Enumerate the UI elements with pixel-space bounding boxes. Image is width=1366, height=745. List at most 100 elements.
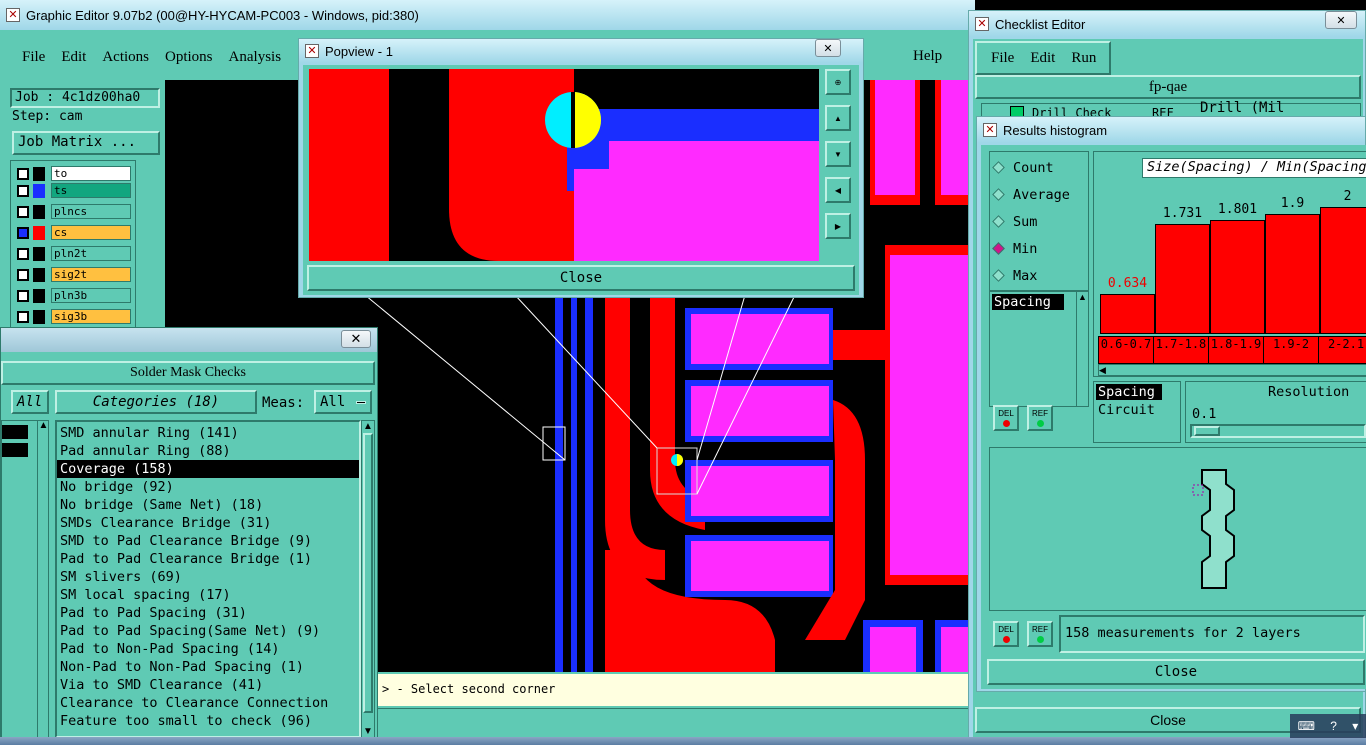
pan-right-icon[interactable]: ▶ xyxy=(825,213,851,239)
layer-checkbox[interactable] xyxy=(17,184,29,197)
pan-left-icon[interactable]: ◀ xyxy=(825,177,851,203)
layer-checkbox[interactable] xyxy=(17,310,29,323)
pan-up-icon[interactable]: ▲ xyxy=(825,105,851,131)
histogram-bar[interactable]: 2 xyxy=(1320,189,1366,334)
popview-tool-strip: ⊕ ▲ ▼ ◀ ▶ xyxy=(823,69,857,261)
category-item[interactable]: Pad to Pad Spacing (31) xyxy=(57,604,359,622)
category-item[interactable]: Coverage (158) xyxy=(57,460,359,478)
histogram-close-button[interactable]: Close xyxy=(987,659,1365,685)
pan-down-icon[interactable]: ▼ xyxy=(825,141,851,167)
bar-value-label: 1.9 xyxy=(1280,196,1305,211)
radio-count[interactable]: Count xyxy=(990,154,1088,181)
radio-max[interactable]: Max xyxy=(990,262,1088,289)
category-item[interactable]: Via to SMD Clearance (41) xyxy=(57,676,359,694)
menu-file[interactable]: File xyxy=(22,49,45,66)
bar-value-label: 2 xyxy=(1343,189,1352,204)
histogram-bar[interactable]: 0.634 xyxy=(1100,276,1155,334)
histogram-bar[interactable]: 1.731 xyxy=(1155,206,1210,334)
scroll-down-icon[interactable]: ▼ xyxy=(362,726,374,737)
categories-button[interactable]: Categories (18) xyxy=(55,390,257,414)
zoom-in-icon[interactable]: ⊕ xyxy=(825,69,851,95)
category-item[interactable]: Pad to Pad Clearance Bridge (1) xyxy=(57,550,359,568)
layer-row-pln2t[interactable]: pln2t xyxy=(15,245,131,262)
category-item[interactable]: SMD to Pad Clearance Bridge (9) xyxy=(57,532,359,550)
categories-scrollbar[interactable]: ▲ ▼ xyxy=(361,420,375,738)
layer-checkbox[interactable] xyxy=(17,205,29,218)
list-item-spacing[interactable]: Spacing xyxy=(1096,384,1162,400)
category-item[interactable]: No bridge (92) xyxy=(57,478,359,496)
command-input[interactable] xyxy=(378,708,975,734)
job-matrix-button[interactable]: Job Matrix ... xyxy=(12,131,160,155)
category-item[interactable]: Pad to Non-Pad Spacing (14) xyxy=(57,640,359,658)
app-icon: ✕ xyxy=(305,44,319,58)
measure-scrollbar[interactable]: ▲ xyxy=(1076,292,1088,406)
close-icon[interactable]: ✕ xyxy=(815,39,841,57)
all-button[interactable]: All xyxy=(11,390,49,414)
help-icon[interactable]: ? xyxy=(1330,719,1337,733)
checklist-menu-edit[interactable]: Edit xyxy=(1030,50,1055,67)
checklist-menu-file[interactable]: File xyxy=(991,50,1014,67)
layer-row-ts[interactable]: ts xyxy=(15,182,131,199)
keyboard-icon[interactable]: ⌨ xyxy=(1298,719,1315,733)
category-item[interactable]: Non-Pad to Non-Pad Spacing (1) xyxy=(57,658,359,676)
meas-value: All xyxy=(320,394,346,410)
category-item[interactable]: Pad to Pad Spacing(Same Net) (9) xyxy=(57,622,359,640)
checklist-menu-run[interactable]: Run xyxy=(1071,50,1096,67)
layer-row-pln3b[interactable]: pln3b xyxy=(15,287,131,304)
measure-item-spacing[interactable]: Spacing xyxy=(992,294,1064,310)
category-item[interactable]: No bridge (Same Net) (18) xyxy=(57,496,359,514)
resolution-slider[interactable] xyxy=(1190,424,1366,438)
del-button-bottom[interactable]: DEL xyxy=(993,621,1019,647)
feature-shape xyxy=(1192,469,1235,589)
green-dot-icon xyxy=(1036,636,1044,643)
layer-row-sig3b[interactable]: sig3b xyxy=(15,308,131,325)
menu-analysis[interactable]: Analysis xyxy=(229,49,282,66)
layer-checkbox[interactable] xyxy=(17,268,29,281)
category-item[interactable]: SMDs Clearance Bridge (31) xyxy=(57,514,359,532)
menu-options[interactable]: Options xyxy=(165,49,213,66)
histogram-bar[interactable]: 1.9 xyxy=(1265,196,1320,334)
scroll-thumb[interactable] xyxy=(363,433,373,713)
left-mini-scrollbar[interactable]: ▲ xyxy=(37,420,49,738)
layer-checkbox[interactable] xyxy=(17,289,29,302)
radio-min[interactable]: Min xyxy=(990,235,1088,262)
category-item[interactable]: SM local spacing (17) xyxy=(57,586,359,604)
mini-list-item[interactable] xyxy=(2,425,28,439)
slider-thumb[interactable] xyxy=(1194,426,1220,436)
close-icon[interactable]: ✕ xyxy=(1325,11,1357,29)
category-item[interactable]: Feature too small to check (96) xyxy=(57,712,359,730)
category-item[interactable]: Pad annular Ring (88) xyxy=(57,442,359,460)
chart-h-scrollbar[interactable]: ◀ xyxy=(1098,364,1366,376)
meas-dropdown[interactable]: All xyxy=(314,390,372,414)
layer-row-sig2t[interactable]: sig2t xyxy=(15,266,131,283)
layer-row-cs[interactable]: cs xyxy=(15,224,131,241)
radio-diamond-icon xyxy=(992,215,1005,228)
mini-list-item[interactable] xyxy=(2,443,28,457)
layer-row-plncs[interactable]: plncs xyxy=(15,203,131,220)
layer-checkbox[interactable] xyxy=(17,167,29,180)
radio-sum[interactable]: Sum xyxy=(990,208,1088,235)
layer-row-to[interactable]: to xyxy=(15,165,131,182)
close-icon[interactable]: ✕ xyxy=(341,330,371,348)
layer-checkbox[interactable] xyxy=(17,226,29,239)
category-item[interactable]: SMD annular Ring (141) xyxy=(57,424,359,442)
scroll-up-icon[interactable]: ▲ xyxy=(362,421,374,432)
scroll-up-icon[interactable]: ▲ xyxy=(38,420,49,431)
measure-list: Spacing ▲ xyxy=(989,291,1089,407)
popview-body: Close ⊕ ▲ ▼ ◀ ▶ xyxy=(303,65,859,295)
list-item-circuit[interactable]: Circuit xyxy=(1096,402,1178,418)
popview-zoom-canvas[interactable] xyxy=(309,69,819,261)
radio-average[interactable]: Average xyxy=(990,181,1088,208)
menu-actions[interactable]: Actions xyxy=(102,49,149,66)
histogram-bar[interactable]: 1.801 xyxy=(1210,202,1265,334)
ref-button[interactable]: REF xyxy=(1027,405,1053,431)
chevron-down-icon[interactable]: ▾ xyxy=(1352,719,1358,733)
category-item[interactable]: Clearance to Clearance Connection xyxy=(57,694,359,712)
category-item[interactable]: SM slivers (69) xyxy=(57,568,359,586)
ref-button-bottom[interactable]: REF xyxy=(1027,621,1053,647)
layer-checkbox[interactable] xyxy=(17,247,29,260)
popview-close-button[interactable]: Close xyxy=(307,265,855,291)
menu-edit[interactable]: Edit xyxy=(61,49,86,66)
menu-help[interactable]: Help xyxy=(913,48,942,65)
del-button[interactable]: DEL xyxy=(993,405,1019,431)
